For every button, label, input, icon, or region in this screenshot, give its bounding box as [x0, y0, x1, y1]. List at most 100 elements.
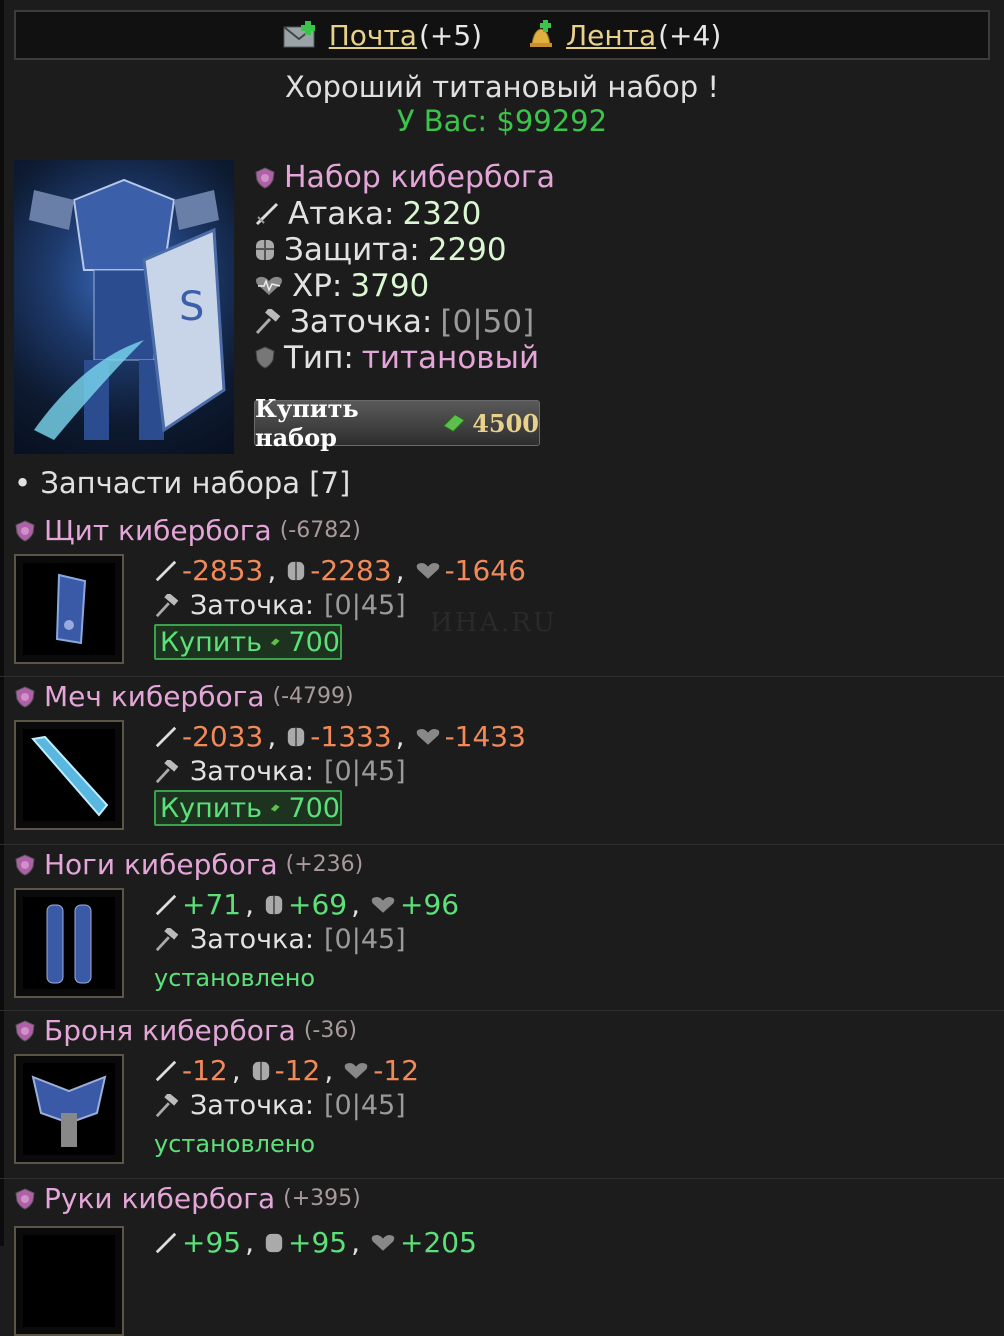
left-edge [0, 0, 4, 1246]
item-title: Меч кибербога (-4799) [14, 680, 354, 713]
armor-icon [288, 727, 305, 746]
item-defense: +69 [288, 888, 348, 921]
hammer-icon [155, 593, 179, 617]
item-sharpen-value: [0|45] [324, 924, 406, 955]
item-sharpen: Заточка: [0|45] [154, 924, 406, 955]
sharpen-value: [0|50] [440, 304, 535, 340]
item-sharpen: Заточка: [0|45] [154, 756, 406, 787]
sharpen-label: Заточка: [290, 304, 433, 340]
mail-count: (+5) [418, 18, 483, 52]
shield-badge-icon [15, 1187, 35, 1210]
item-title: Ноги кибербога (+236) [14, 848, 363, 881]
buy-set-button[interactable]: Купить набор 4500 [254, 394, 540, 452]
defense-label: Защита: [284, 232, 420, 268]
item-attack: +95 [182, 1226, 242, 1259]
feed-link[interactable]: Лента [566, 19, 656, 52]
item-hp: +96 [400, 888, 460, 921]
type-value: титановый [361, 340, 540, 376]
shield-badge-icon [15, 685, 35, 708]
armor-icon [288, 561, 305, 580]
hammer-icon [255, 309, 281, 335]
item-stats: -12, -12, -12 [154, 1054, 419, 1087]
hammer-icon [155, 1093, 179, 1117]
cash-icon [270, 638, 280, 646]
parts-header: • Запчасти набора [7] [14, 466, 351, 500]
shield-badge-icon [15, 853, 35, 876]
attack-label: Атака: [288, 196, 395, 232]
item-attack: -2853 [182, 554, 264, 587]
item-title: Броня кибербога (-36) [14, 1014, 357, 1047]
shield-type-icon [255, 346, 275, 369]
item-name[interactable]: Меч кибербога [44, 680, 264, 713]
item-name[interactable]: Щит кибербога [44, 514, 272, 547]
item-name[interactable]: Ноги кибербога [44, 848, 278, 881]
sword-icon [155, 560, 177, 581]
mail-icon [283, 21, 315, 48]
item-name[interactable]: Броня кибербога [44, 1014, 296, 1047]
item-thumbnail[interactable] [14, 1054, 124, 1164]
buy-set-price: 4500 [472, 408, 539, 438]
item-defense: -12 [274, 1054, 321, 1087]
bell-icon [530, 20, 553, 47]
installed-status: установлено [154, 1130, 316, 1158]
sword-icon [155, 894, 177, 915]
heartbeat-icon [345, 1062, 368, 1079]
cash-icon [443, 414, 466, 432]
item-sharpen: Заточка: [0|45] [154, 590, 406, 621]
item-thumbnail[interactable] [14, 720, 124, 830]
item-hp: -1646 [444, 554, 526, 587]
hp-label: ХР: [292, 268, 343, 304]
money-balance: У Вас: $99292 [396, 104, 608, 138]
item-stats: +95, +95, +205 [154, 1226, 477, 1259]
item-thumbnail[interactable] [14, 554, 124, 664]
cash-icon [270, 804, 280, 812]
divider [0, 676, 1004, 677]
watermark: ИНА.RU [430, 608, 557, 638]
svg-text:S: S [179, 284, 204, 330]
item-title: Руки кибербога (+395) [14, 1182, 361, 1215]
installed-status: установлено [154, 964, 316, 992]
item-title: Щит кибербога (-6782) [14, 514, 361, 547]
armor-icon [252, 1061, 269, 1080]
divider [0, 1178, 1004, 1179]
heartbeat-icon [416, 728, 439, 745]
item-diff: (+236) [285, 852, 364, 877]
item-name[interactable]: Руки кибербога [44, 1182, 275, 1215]
mail-link[interactable]: Почта [329, 19, 417, 52]
sword-icon [255, 202, 279, 226]
item-diff: (-4799) [272, 684, 354, 709]
item-thumbnail[interactable] [14, 888, 124, 998]
set-attack-row: Атака: 2320 [254, 196, 555, 232]
defense-value: 2290 [427, 232, 507, 268]
heartbeat-icon [371, 896, 395, 913]
buy-item-label: Купить [160, 626, 262, 658]
item-diff: (-6782) [279, 518, 361, 543]
buy-item-button[interactable]: Купить 700 [154, 624, 342, 660]
buy-item-label: Купить [160, 792, 262, 824]
item-defense: -1333 [310, 720, 392, 753]
feed-nav[interactable]: Лента(+4) [526, 19, 721, 52]
set-type-row: Тип: титановый [254, 340, 555, 376]
item-sharpen-label: Заточка: [190, 1090, 315, 1121]
divider [0, 844, 1004, 845]
item-thumbnail[interactable] [14, 1226, 124, 1336]
item-hp: +205 [400, 1226, 477, 1259]
buy-item-price: 700 [288, 626, 340, 658]
item-hp: -1433 [444, 720, 526, 753]
item-defense: +95 [288, 1226, 348, 1259]
hammer-icon [155, 759, 179, 783]
attack-value: 2320 [402, 196, 482, 232]
item-stats: -2853, -2283, -1646 [154, 554, 526, 587]
buy-item-button[interactable]: Купить 700 [154, 790, 342, 826]
item-sharpen-value: [0|45] [324, 756, 406, 787]
set-name-row: Набор кибербога [254, 160, 555, 195]
set-sharpen-row: Заточка: [0|50] [254, 304, 555, 340]
shield-badge-icon [255, 166, 275, 189]
buy-item-price: 700 [288, 792, 340, 824]
armor-icon [265, 895, 283, 914]
armor-icon [265, 1233, 283, 1252]
item-diff: (-36) [303, 1018, 357, 1043]
mail-nav[interactable]: Почта(+5) [283, 19, 482, 52]
item-stats: -2033, -1333, -1433 [154, 720, 526, 753]
item-diff: (+395) [283, 1186, 361, 1211]
